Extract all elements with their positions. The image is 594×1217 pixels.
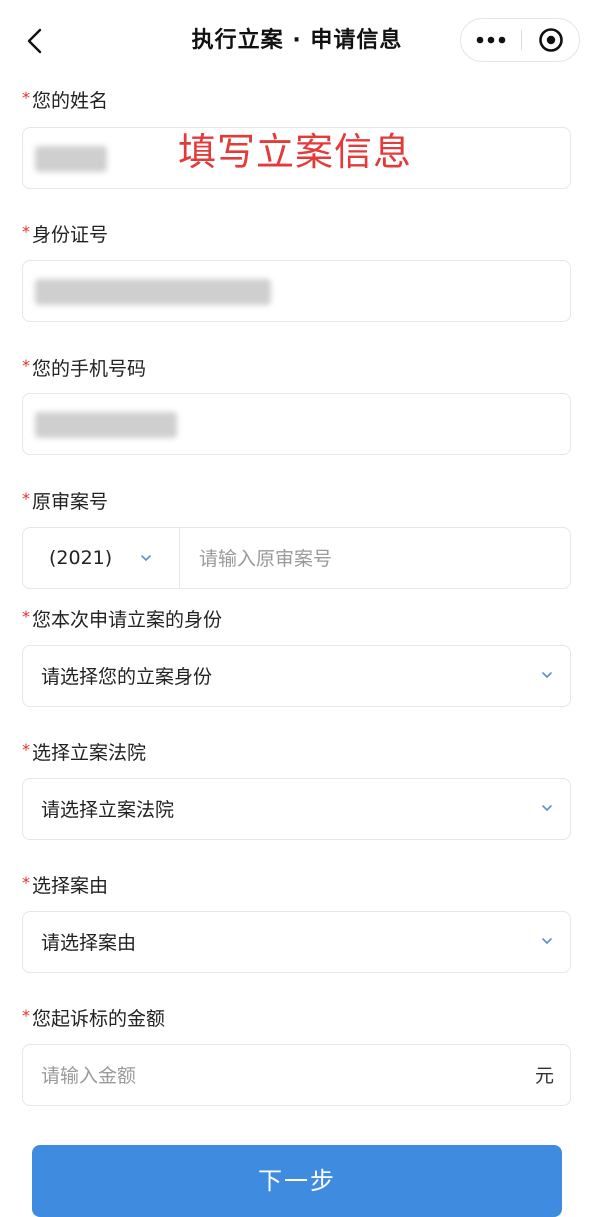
- identity-select-text: 请选择您的立案身份: [41, 666, 213, 688]
- nav-bar: 执行立案 · 申请信息: [0, 0, 594, 80]
- amount-field[interactable]: 请输入金额 元: [22, 1044, 571, 1106]
- chevron-down-icon: [542, 672, 552, 678]
- name-label: * 您的姓名: [22, 88, 109, 112]
- required-mark: *: [22, 356, 30, 375]
- redacted-phone: [35, 412, 177, 438]
- required-mark: *: [22, 489, 30, 508]
- phone-label: * 您的手机号码: [22, 356, 147, 380]
- amount-label: * 您起诉标的金额: [22, 1006, 166, 1030]
- identity-select[interactable]: 请选择您的立案身份: [22, 645, 571, 707]
- court-label: * 选择立案法院: [22, 740, 147, 764]
- year-value: (2021): [49, 547, 113, 569]
- mini-program-capsule: [460, 18, 580, 62]
- chevron-down-icon: [141, 555, 151, 561]
- court-select[interactable]: 请选择立案法院: [22, 778, 571, 840]
- amount-unit: 元: [534, 1065, 554, 1087]
- amount-input[interactable]: 请输入金额: [41, 1045, 136, 1107]
- case-no-field: (2021) 请输入原审案号: [22, 527, 571, 589]
- redacted-name: [35, 146, 107, 172]
- case-no-label: * 原审案号: [22, 489, 109, 513]
- case-no-input[interactable]: 请输入原审案号: [199, 528, 332, 590]
- required-mark: *: [22, 88, 30, 107]
- id-field[interactable]: [22, 260, 571, 322]
- redacted-id: [35, 279, 271, 305]
- phone-field[interactable]: [22, 393, 571, 455]
- annotation-overlay: 填写立案信息: [178, 130, 413, 174]
- required-mark: *: [22, 740, 30, 759]
- year-select[interactable]: (2021): [23, 528, 180, 588]
- chevron-down-icon: [542, 805, 552, 811]
- cause-select[interactable]: 请选择案由: [22, 911, 571, 973]
- id-label: * 身份证号: [22, 222, 109, 246]
- cause-select-text: 请选择案由: [41, 932, 137, 954]
- court-select-text: 请选择立案法院: [41, 799, 175, 821]
- required-mark: *: [22, 873, 30, 892]
- required-mark: *: [22, 1006, 30, 1025]
- cause-label: * 选择案由: [22, 873, 109, 897]
- more-dots-icon: [476, 36, 506, 44]
- more-button[interactable]: [461, 19, 521, 61]
- target-circle-icon: [539, 28, 563, 52]
- close-button[interactable]: [522, 19, 580, 61]
- next-step-button[interactable]: 下一步: [32, 1145, 562, 1217]
- identity-label: * 您本次申请立案的身份: [22, 607, 223, 631]
- required-mark: *: [22, 222, 30, 241]
- chevron-down-icon: [542, 938, 552, 944]
- required-mark: *: [22, 607, 30, 626]
